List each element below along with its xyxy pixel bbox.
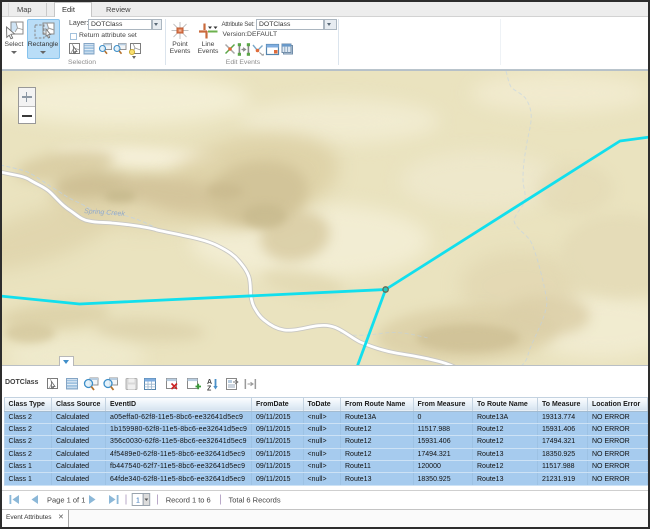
svg-text:Z: Z xyxy=(207,386,212,392)
svg-text:Total 6 Records: Total 6 Records xyxy=(229,496,281,505)
svg-text:Page 1 of 1: Page 1 of 1 xyxy=(47,496,85,505)
svg-text:1: 1 xyxy=(136,498,140,505)
svg-text:Record 1 to 6: Record 1 to 6 xyxy=(166,496,211,505)
